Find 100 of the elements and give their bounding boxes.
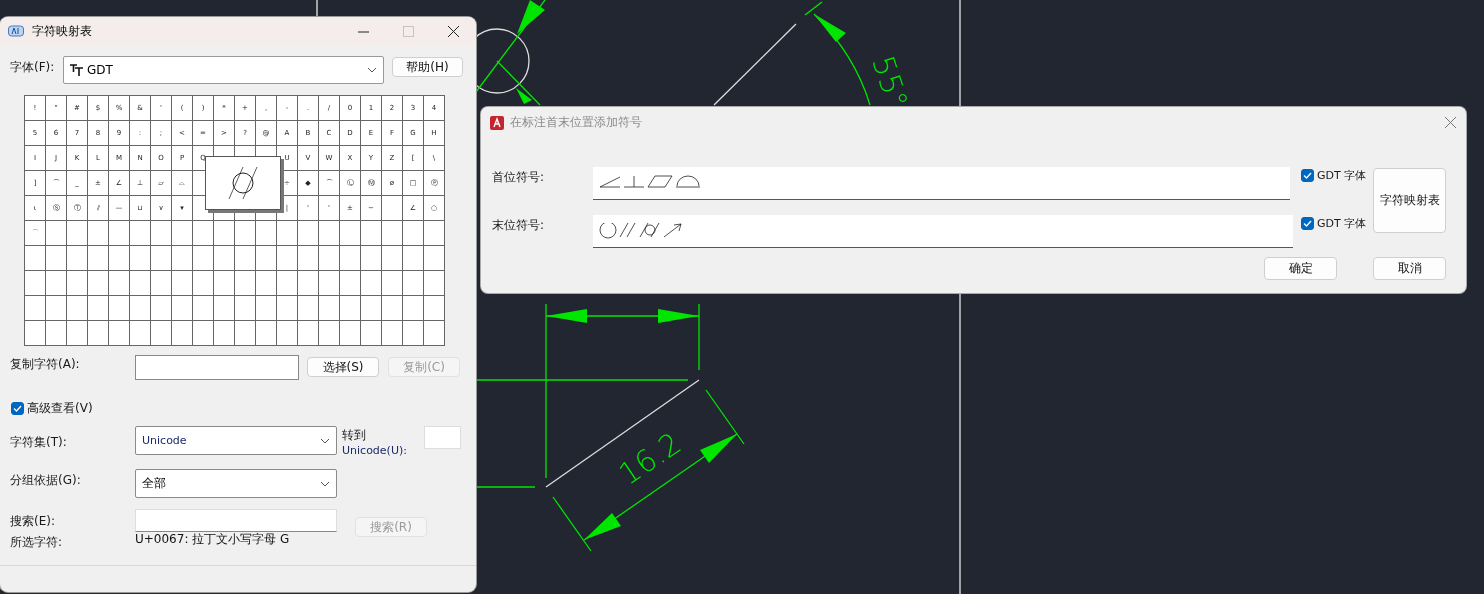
- grid-cell[interactable]: [256, 296, 276, 320]
- grid-cell[interactable]: [277, 246, 297, 270]
- grid-cell[interactable]: [424, 271, 444, 295]
- grid-cell[interactable]: [235, 271, 255, 295]
- grid-cell[interactable]: [382, 321, 402, 345]
- grid-cell[interactable]: [67, 296, 87, 320]
- grid-cell[interactable]: [319, 246, 339, 270]
- grid-cell[interactable]: [25, 246, 45, 270]
- grid-cell[interactable]: [298, 246, 318, 270]
- grid-cell[interactable]: [235, 221, 255, 245]
- grid-cell[interactable]: [67, 221, 87, 245]
- grid-cell[interactable]: [88, 221, 108, 245]
- grid-cell[interactable]: [403, 296, 423, 320]
- grid-cell[interactable]: [193, 246, 213, 270]
- symbol-field[interactable]: [593, 167, 1290, 200]
- copy-field[interactable]: [135, 355, 299, 380]
- grid-cell[interactable]: [319, 321, 339, 345]
- grid-cell[interactable]: [214, 321, 234, 345]
- grid-cell[interactable]: [172, 271, 192, 295]
- grid-cell[interactable]: [172, 221, 192, 245]
- select-button[interactable]: 选择(S): [307, 357, 379, 377]
- grid-cell[interactable]: [235, 321, 255, 345]
- checkbox[interactable]: [1301, 169, 1314, 182]
- grid-cell[interactable]: [319, 296, 339, 320]
- grid-cell[interactable]: [361, 271, 381, 295]
- grid-cell[interactable]: [214, 271, 234, 295]
- grid-cell[interactable]: [382, 196, 402, 220]
- grid-cell[interactable]: [109, 321, 129, 345]
- grid-cell[interactable]: [67, 271, 87, 295]
- grid-cell[interactable]: [46, 296, 66, 320]
- checkbox[interactable]: [1301, 217, 1314, 230]
- charset-dropdown[interactable]: Unicode: [135, 426, 337, 455]
- close-icon[interactable]: [448, 25, 459, 37]
- grid-cell[interactable]: [46, 271, 66, 295]
- grid-cell[interactable]: [46, 321, 66, 345]
- grid-cell[interactable]: [319, 221, 339, 245]
- grid-cell[interactable]: [424, 246, 444, 270]
- grid-cell[interactable]: [298, 321, 318, 345]
- grid-cell[interactable]: [403, 246, 423, 270]
- grid-cell[interactable]: [340, 296, 360, 320]
- grid-cell[interactable]: [424, 221, 444, 245]
- grid-cell[interactable]: [340, 221, 360, 245]
- grid-cell[interactable]: [382, 246, 402, 270]
- grid-cell[interactable]: [403, 221, 423, 245]
- grid-cell[interactable]: [298, 221, 318, 245]
- cancel-button[interactable]: 取消: [1373, 257, 1446, 280]
- grid-cell[interactable]: [25, 296, 45, 320]
- ok-button[interactable]: 确定: [1264, 257, 1337, 280]
- grid-cell[interactable]: [298, 271, 318, 295]
- grid-cell[interactable]: [382, 221, 402, 245]
- grid-cell[interactable]: [67, 321, 87, 345]
- grid-cell[interactable]: [361, 221, 381, 245]
- grid-cell[interactable]: [130, 296, 150, 320]
- grid-cell[interactable]: [193, 271, 213, 295]
- grid-cell[interactable]: [109, 296, 129, 320]
- grid-cell[interactable]: [25, 321, 45, 345]
- character-map-button[interactable]: 字符映射表: [1373, 168, 1446, 233]
- grid-cell[interactable]: [424, 321, 444, 345]
- grid-cell[interactable]: [277, 296, 297, 320]
- grid-cell[interactable]: [130, 246, 150, 270]
- grid-cell[interactable]: [340, 246, 360, 270]
- help-button[interactable]: 帮助(H): [392, 57, 463, 77]
- grid-cell[interactable]: [193, 321, 213, 345]
- grid-cell[interactable]: [88, 296, 108, 320]
- grid-cell[interactable]: [172, 296, 192, 320]
- grid-cell[interactable]: [256, 221, 276, 245]
- grid-cell[interactable]: [193, 221, 213, 245]
- unicode-field[interactable]: [424, 426, 461, 449]
- grid-cell[interactable]: [235, 246, 255, 270]
- grid-cell[interactable]: [88, 271, 108, 295]
- grid-cell[interactable]: [172, 321, 192, 345]
- grid-cell[interactable]: [214, 246, 234, 270]
- grid-cell[interactable]: [109, 221, 129, 245]
- checkbox[interactable]: [11, 402, 24, 415]
- maximize-icon[interactable]: [403, 25, 414, 37]
- grid-cell[interactable]: [151, 271, 171, 295]
- grid-cell[interactable]: [382, 271, 402, 295]
- grid-cell[interactable]: [277, 221, 297, 245]
- grid-cell[interactable]: [361, 321, 381, 345]
- grid-cell[interactable]: [403, 271, 423, 295]
- search-field[interactable]: [135, 509, 337, 532]
- grid-cell[interactable]: [235, 296, 255, 320]
- grid-cell[interactable]: [172, 246, 192, 270]
- grid-cell[interactable]: [382, 296, 402, 320]
- grid-cell[interactable]: [67, 246, 87, 270]
- grid-cell[interactable]: [151, 221, 171, 245]
- grid-cell[interactable]: [46, 221, 66, 245]
- grid-cell[interactable]: [214, 296, 234, 320]
- grid-cell[interactable]: [424, 296, 444, 320]
- grid-cell[interactable]: [361, 296, 381, 320]
- grid-cell[interactable]: [256, 271, 276, 295]
- grid-cell[interactable]: [130, 321, 150, 345]
- grid-cell[interactable]: [298, 296, 318, 320]
- grid-cell[interactable]: [340, 321, 360, 345]
- grid-cell[interactable]: [130, 221, 150, 245]
- grid-cell[interactable]: [340, 271, 360, 295]
- grid-cell[interactable]: [109, 246, 129, 270]
- grid-cell[interactable]: [88, 246, 108, 270]
- grid-cell[interactable]: [403, 321, 423, 345]
- grid-cell[interactable]: [277, 321, 297, 345]
